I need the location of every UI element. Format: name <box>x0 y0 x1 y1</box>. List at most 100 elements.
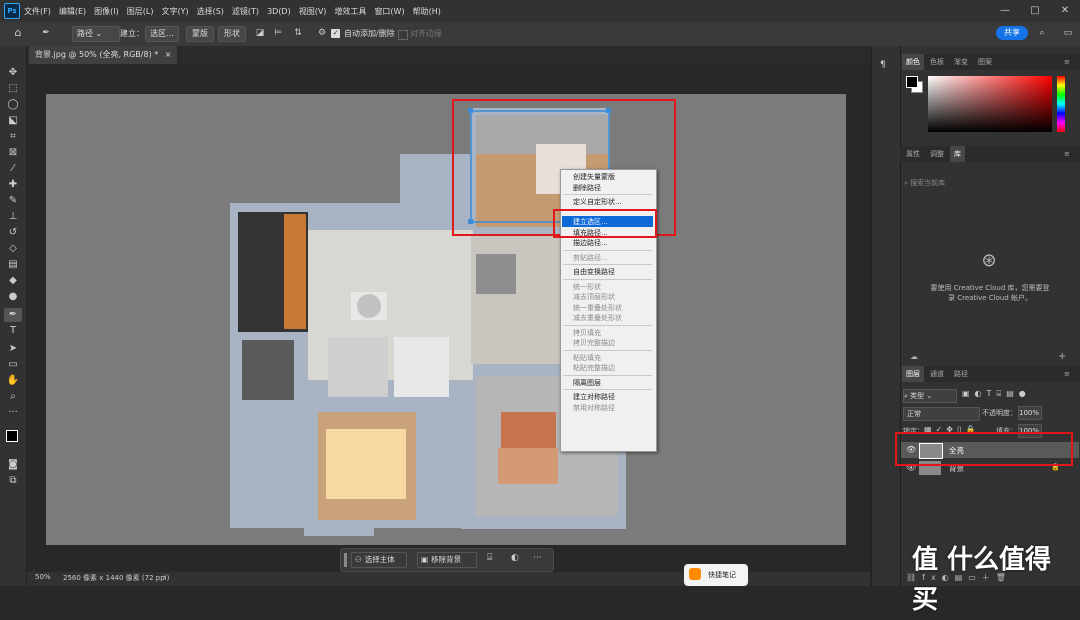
menu-item[interactable]: 文件(F) <box>24 6 51 17</box>
lasso-tool-icon[interactable]: ◯ <box>4 98 22 112</box>
stamp-tool-icon[interactable]: ⊥ <box>4 210 22 224</box>
tab-channels[interactable]: 通道 <box>926 366 948 382</box>
path-arrangement-icon[interactable]: ⇅ <box>292 27 304 39</box>
context-menu-item[interactable]: 删除路径 <box>573 183 601 193</box>
tab-adjustments[interactable]: 调整 <box>926 146 948 162</box>
panel-menu-icon-3[interactable]: ≡ <box>1060 366 1074 382</box>
quick-mask-icon[interactable]: ◙ <box>4 458 22 472</box>
more-tools-icon[interactable]: ··· <box>4 406 22 420</box>
context-menu-item[interactable]: 建立选区... <box>573 217 608 227</box>
frame-tool-icon[interactable]: ⊠ <box>4 146 22 160</box>
menu-separator <box>563 264 652 265</box>
close-tab-icon[interactable]: × <box>165 50 172 59</box>
marquee-tool-icon[interactable]: ⬚ <box>4 82 22 96</box>
tab-paths[interactable]: 路径 <box>950 366 972 382</box>
library-search-input[interactable]: ⌕ 搜索当前库 <box>904 176 1074 190</box>
tab-gradients[interactable]: 渐变 <box>950 54 972 70</box>
context-menu-item[interactable]: 定义自定形状... <box>573 197 622 207</box>
layer-filter-select[interactable]: ⌕ 类型 ⌄ <box>903 389 957 403</box>
brush-tool-icon[interactable]: ✎ <box>4 194 22 208</box>
type-tool-icon[interactable]: T <box>4 324 22 338</box>
menu-item[interactable]: 选择(S) <box>197 6 224 17</box>
tab-color[interactable]: 颜色 <box>902 54 924 70</box>
select-subject-button[interactable]: ⚇ 选择主体 <box>351 552 407 568</box>
dodge-tool-icon[interactable]: ● <box>4 290 22 304</box>
tab-libraries[interactable]: 库 <box>950 146 965 162</box>
maximize-button[interactable]: □ <box>1020 0 1050 22</box>
minimize-button[interactable]: — <box>990 0 1020 22</box>
path-operations-icon[interactable]: ◪ <box>254 27 266 39</box>
auto-add-checkbox[interactable]: ✓ <box>331 29 340 38</box>
hand-tool-icon[interactable]: ✋ <box>4 374 22 388</box>
context-menu-item[interactable]: 建立对称路径 <box>573 392 615 402</box>
menu-item[interactable]: 图层(L) <box>127 6 154 17</box>
drag-handle-icon[interactable] <box>344 553 347 567</box>
eraser-tool-icon[interactable]: ◇ <box>4 242 22 256</box>
rectangle-tool-icon[interactable]: ▭ <box>4 358 22 372</box>
menu-item[interactable]: 文字(Y) <box>161 6 188 17</box>
tab-patterns[interactable]: 图案 <box>974 54 996 70</box>
move-tool-icon[interactable]: ✥ <box>4 66 22 80</box>
remove-background-button[interactable]: ▣ 移除背景 <box>417 552 477 568</box>
gradient-tool-icon[interactable]: ▤ <box>4 258 22 272</box>
menu-item[interactable]: 滤镜(T) <box>232 6 259 17</box>
layer-filter-icons[interactable]: ▣◐T⌸▤● <box>962 389 1057 401</box>
context-menu-item[interactable]: 自由变换路径 <box>573 267 615 277</box>
canvas[interactable] <box>46 94 846 545</box>
panel-menu-icon[interactable]: ≡ <box>1060 54 1074 70</box>
menu-item[interactable]: 视图(V) <box>299 6 327 17</box>
blur-tool-icon[interactable]: ◆ <box>4 274 22 288</box>
menu-item[interactable]: 增效工具 <box>334 6 366 17</box>
healing-brush-icon[interactable]: ✚ <box>4 178 22 192</box>
search-icon[interactable]: ⌕ <box>1036 27 1048 39</box>
share-button[interactable]: 共享 <box>996 26 1028 40</box>
context-menu-item[interactable]: 隔离图层 <box>573 378 601 388</box>
document-tab[interactable]: 背景.jpg @ 50% (全亮, RGB/8) * × <box>29 46 178 64</box>
menu-item[interactable]: 3D(D) <box>267 7 291 16</box>
status-menu-icon[interactable]: › <box>163 573 166 581</box>
align-edges-checkbox[interactable] <box>398 30 408 40</box>
add-icon[interactable]: + <box>1058 351 1066 362</box>
menu-item[interactable]: 帮助(H) <box>413 6 441 17</box>
foreground-color-swatch[interactable] <box>6 430 18 442</box>
screen-mode-icon[interactable]: ⧉ <box>4 474 22 488</box>
hue-slider[interactable] <box>1057 76 1065 132</box>
transform-icon[interactable]: ⌸ <box>487 553 492 563</box>
tab-properties[interactable]: 属性 <box>902 146 924 162</box>
home-icon[interactable]: ⌂ <box>12 27 24 39</box>
zoom-level[interactable]: 50% <box>35 573 51 581</box>
more-options-button[interactable]: ··· <box>533 553 542 563</box>
zoom-tool-icon[interactable]: ⌕ <box>4 390 22 404</box>
menu-item[interactable]: 编辑(E) <box>59 6 86 17</box>
menu-item[interactable]: 窗口(W) <box>374 6 404 17</box>
eyedropper-tool-icon[interactable]: ⁄ <box>4 162 22 176</box>
color-picker-field[interactable] <box>928 76 1052 132</box>
shape-button[interactable]: 形状 <box>218 26 246 42</box>
paragraph-panel-icon[interactable]: ¶ <box>880 60 886 70</box>
foreground-color-chip[interactable] <box>906 76 918 88</box>
mask-button[interactable]: 蒙版 <box>186 26 214 42</box>
tab-layers[interactable]: 图层 <box>902 366 924 382</box>
mode-select[interactable]: 路径 ⌄ <box>72 26 120 42</box>
path-select-tool-icon[interactable]: ➤ <box>4 342 22 356</box>
workspace-icon[interactable]: ▭ <box>1062 27 1074 39</box>
menu-item[interactable]: 图像(I) <box>94 6 119 17</box>
gear-icon[interactable]: ⚙ <box>316 27 328 39</box>
adjustment-icon[interactable]: ◐ <box>511 553 519 563</box>
selection-button[interactable]: 选区... <box>145 26 179 42</box>
pen-icon[interactable]: ✒ <box>40 27 52 39</box>
history-brush-icon[interactable]: ↺ <box>4 226 22 240</box>
context-menu-item[interactable]: 创建矢量蒙版 <box>573 172 615 182</box>
close-button[interactable]: ✕ <box>1050 0 1080 22</box>
crop-tool-icon[interactable]: ⌗ <box>4 130 22 144</box>
tab-swatches[interactable]: 色板 <box>926 54 948 70</box>
opacity-input[interactable]: 100% <box>1018 406 1042 420</box>
pen-tool-icon[interactable]: ✒ <box>4 308 22 322</box>
blend-mode-select[interactable]: 正常 <box>903 407 980 421</box>
context-menu-item[interactable]: 描边路径... <box>573 238 608 248</box>
quick-note-widget[interactable]: 快捷笔记 <box>684 564 748 586</box>
object-select-tool-icon[interactable]: ⬕ <box>4 114 22 128</box>
path-alignment-icon[interactable]: ⊨ <box>272 27 284 39</box>
panel-menu-icon-2[interactable]: ≡ <box>1060 146 1074 162</box>
cloud-icon[interactable]: ☁ <box>910 352 918 361</box>
